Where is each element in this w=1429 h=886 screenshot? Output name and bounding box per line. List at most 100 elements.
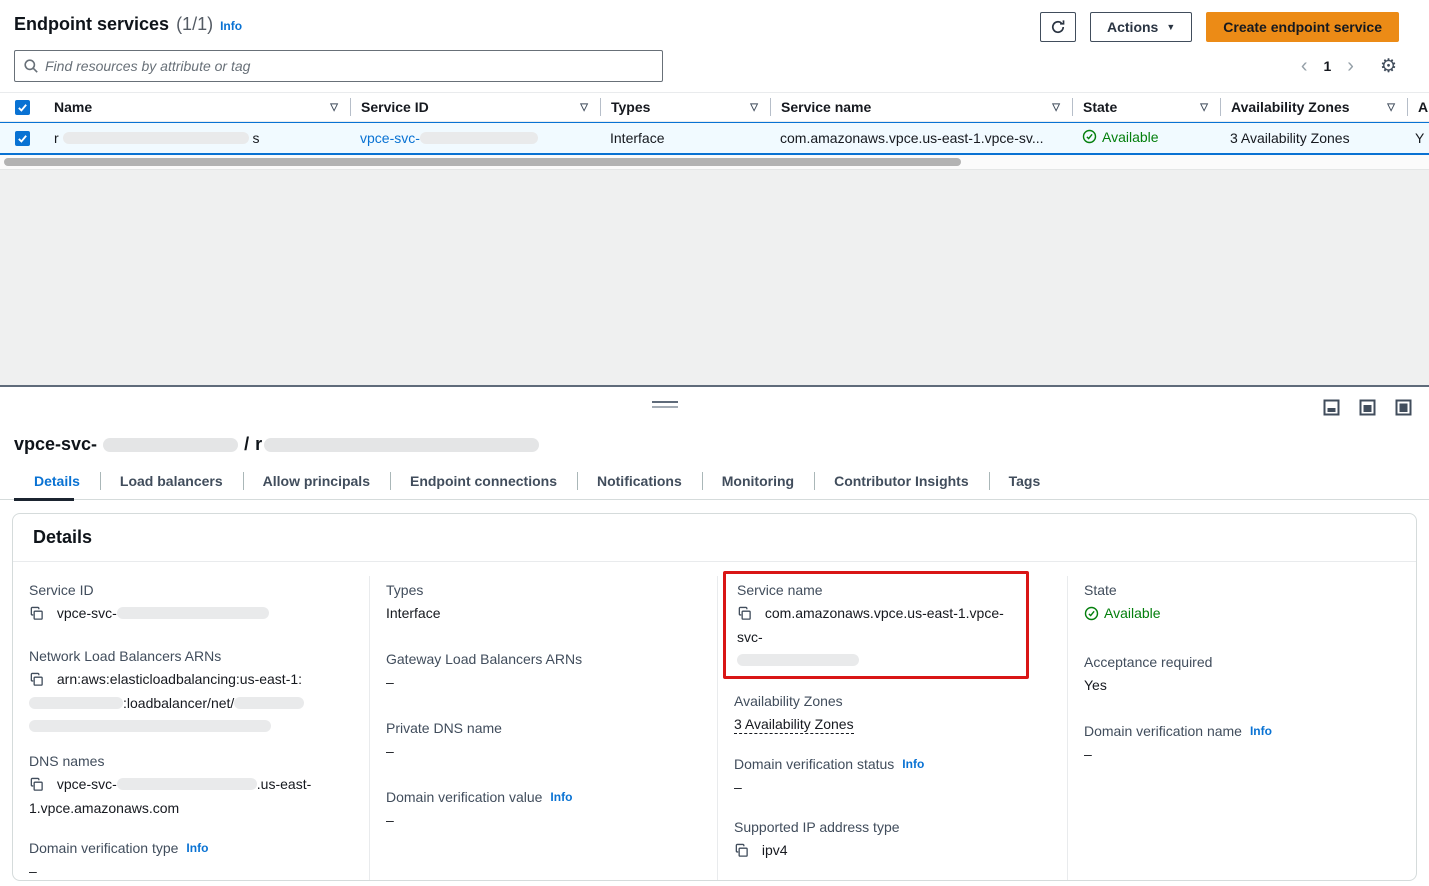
tab-tags[interactable]: Tags	[989, 465, 1061, 499]
redacted	[420, 132, 538, 144]
tab-contributor-insights[interactable]: Contributor Insights	[814, 465, 989, 499]
field-types: Types Interface	[386, 582, 697, 624]
chevron-right-icon[interactable]: ›	[1345, 56, 1356, 76]
column-label: Name	[54, 99, 92, 115]
field-service-name: Service name com.amazonaws.vpce.us-east-…	[737, 582, 1014, 666]
table-row[interactable]: r s vpce-svc- Interface com.amazonaws.vp…	[0, 122, 1429, 155]
split-panel-bar	[0, 385, 1429, 428]
column-label: Service ID	[361, 99, 429, 115]
info-link[interactable]: Info	[186, 841, 208, 855]
page-title: Endpoint services	[14, 14, 169, 35]
field-label: Domain verification name	[1084, 723, 1242, 739]
panel-size-half-icon[interactable]	[1359, 399, 1376, 416]
search-icon	[23, 58, 39, 74]
copy-icon[interactable]	[734, 845, 753, 861]
column-header-service-name: Service name ▽	[770, 98, 1072, 116]
filter-icon[interactable]: ▽	[578, 102, 590, 113]
field-value: –	[386, 810, 697, 831]
tab-notifications[interactable]: Notifications	[577, 465, 702, 499]
filter-icon[interactable]: ▽	[328, 102, 340, 113]
tab-monitoring[interactable]: Monitoring	[702, 465, 814, 499]
details-card-body: Service ID vpce-svc- Network Load Balanc…	[13, 562, 1416, 881]
page-count: (1/1)	[176, 14, 213, 35]
tab-load-balancers[interactable]: Load balancers	[100, 465, 243, 499]
service-id-link[interactable]: vpce-svc-	[360, 130, 538, 146]
tab-details[interactable]: Details	[14, 465, 100, 499]
panel-size-small-icon[interactable]	[1323, 399, 1340, 416]
details-column-1: Service ID vpce-svc- Network Load Balanc…	[13, 576, 369, 881]
filter-icon[interactable]: ▽	[1050, 102, 1062, 113]
cell-partial: Y	[1407, 130, 1429, 146]
scrollbar-thumb[interactable]	[4, 158, 961, 166]
nlb-arn-text: :loadbalancer/net/	[123, 695, 234, 711]
name-text: r	[54, 130, 59, 146]
partial-text: Y	[1415, 130, 1424, 146]
availability-zones-popover[interactable]: 3 Availability Zones	[1230, 130, 1350, 146]
copy-icon[interactable]	[737, 608, 756, 624]
search-row: ‹ 1 › ⚙	[0, 48, 1429, 92]
tab-allow-principals[interactable]: Allow principals	[243, 465, 390, 499]
field-state: State Available	[1084, 582, 1396, 627]
info-link[interactable]: Info	[550, 790, 572, 804]
search-input[interactable]	[45, 58, 654, 74]
row-checkbox[interactable]	[15, 131, 30, 146]
field-domain-verification-type: Domain verification type Info –	[29, 840, 349, 881]
empty-background	[0, 169, 1429, 385]
redacted	[737, 654, 859, 666]
details-card: Details Service ID vpce-svc- Network Loa…	[12, 513, 1417, 881]
field-label: Gateway Load Balancers ARNs	[386, 651, 697, 667]
search-box[interactable]	[14, 50, 663, 82]
title-name-prefix: r	[255, 434, 262, 455]
name-text: s	[252, 130, 259, 146]
filter-icon[interactable]: ▽	[748, 102, 760, 113]
chevron-left-icon[interactable]: ‹	[1299, 56, 1310, 76]
endpoint-services-list-section: Endpoint services (1/1) Info Actions ▼ C…	[0, 0, 1429, 385]
check-circle-icon	[1082, 129, 1097, 144]
list-header: Endpoint services (1/1) Info Actions ▼ C…	[0, 0, 1429, 48]
availability-zones-popover[interactable]: 3 Availability Zones	[734, 716, 854, 734]
drag-handle[interactable]	[652, 401, 678, 408]
details-card-header: Details	[13, 514, 1416, 562]
actions-button[interactable]: Actions ▼	[1090, 12, 1192, 42]
pagination: ‹ 1 › ⚙	[1299, 56, 1397, 76]
field-label: Network Load Balancers ARNs	[29, 648, 349, 664]
tab-endpoint-connections[interactable]: Endpoint connections	[390, 465, 577, 499]
redacted	[103, 438, 238, 452]
select-all-checkbox[interactable]	[15, 100, 30, 115]
check-icon	[17, 133, 28, 144]
field-label: Private DNS name	[386, 720, 697, 736]
copy-icon[interactable]	[29, 608, 48, 624]
state-value: Available	[1104, 603, 1161, 624]
title-separator: /	[244, 434, 249, 455]
title-service-id-prefix: vpce-svc-	[14, 434, 97, 455]
field-label: Domain verification status	[734, 756, 894, 772]
field-service-id: Service ID vpce-svc-	[29, 582, 349, 627]
tab-bar: Details Load balancers Allow principals …	[0, 465, 1429, 500]
gear-icon[interactable]: ⚙	[1380, 57, 1397, 76]
filter-icon[interactable]: ▽	[1198, 102, 1210, 113]
caret-down-icon: ▼	[1166, 22, 1175, 32]
check-circle-icon	[1084, 606, 1099, 621]
header-actions: Actions ▼ Create endpoint service	[1040, 12, 1399, 42]
refresh-button[interactable]	[1040, 12, 1076, 42]
column-header-types: Types ▽	[600, 98, 770, 116]
header-info-link[interactable]: Info	[220, 19, 242, 33]
page-number[interactable]: 1	[1323, 58, 1331, 74]
details-card-title: Details	[33, 527, 1396, 548]
panel-size-full-icon[interactable]	[1395, 399, 1412, 416]
field-value: Interface	[386, 603, 697, 624]
nlb-arn-text: arn:aws:elasticloadbalancing:us-east-1:	[57, 671, 302, 687]
info-link[interactable]: Info	[902, 757, 924, 771]
info-link[interactable]: Info	[1250, 724, 1272, 738]
copy-icon[interactable]	[29, 779, 48, 795]
create-endpoint-service-button[interactable]: Create endpoint service	[1206, 12, 1399, 42]
details-column-2: Types Interface Gateway Load Balancers A…	[369, 576, 717, 881]
detail-panel-title: vpce-svc- / r	[0, 428, 1429, 461]
field-label: Availability Zones	[734, 693, 1047, 709]
copy-icon[interactable]	[29, 674, 48, 690]
actions-button-label: Actions	[1107, 19, 1158, 35]
cell-service-id: vpce-svc-	[350, 130, 600, 146]
redacted	[63, 132, 249, 144]
filter-icon[interactable]: ▽	[1385, 102, 1397, 113]
field-supported-ip: Supported IP address type ipv4	[734, 819, 1047, 864]
